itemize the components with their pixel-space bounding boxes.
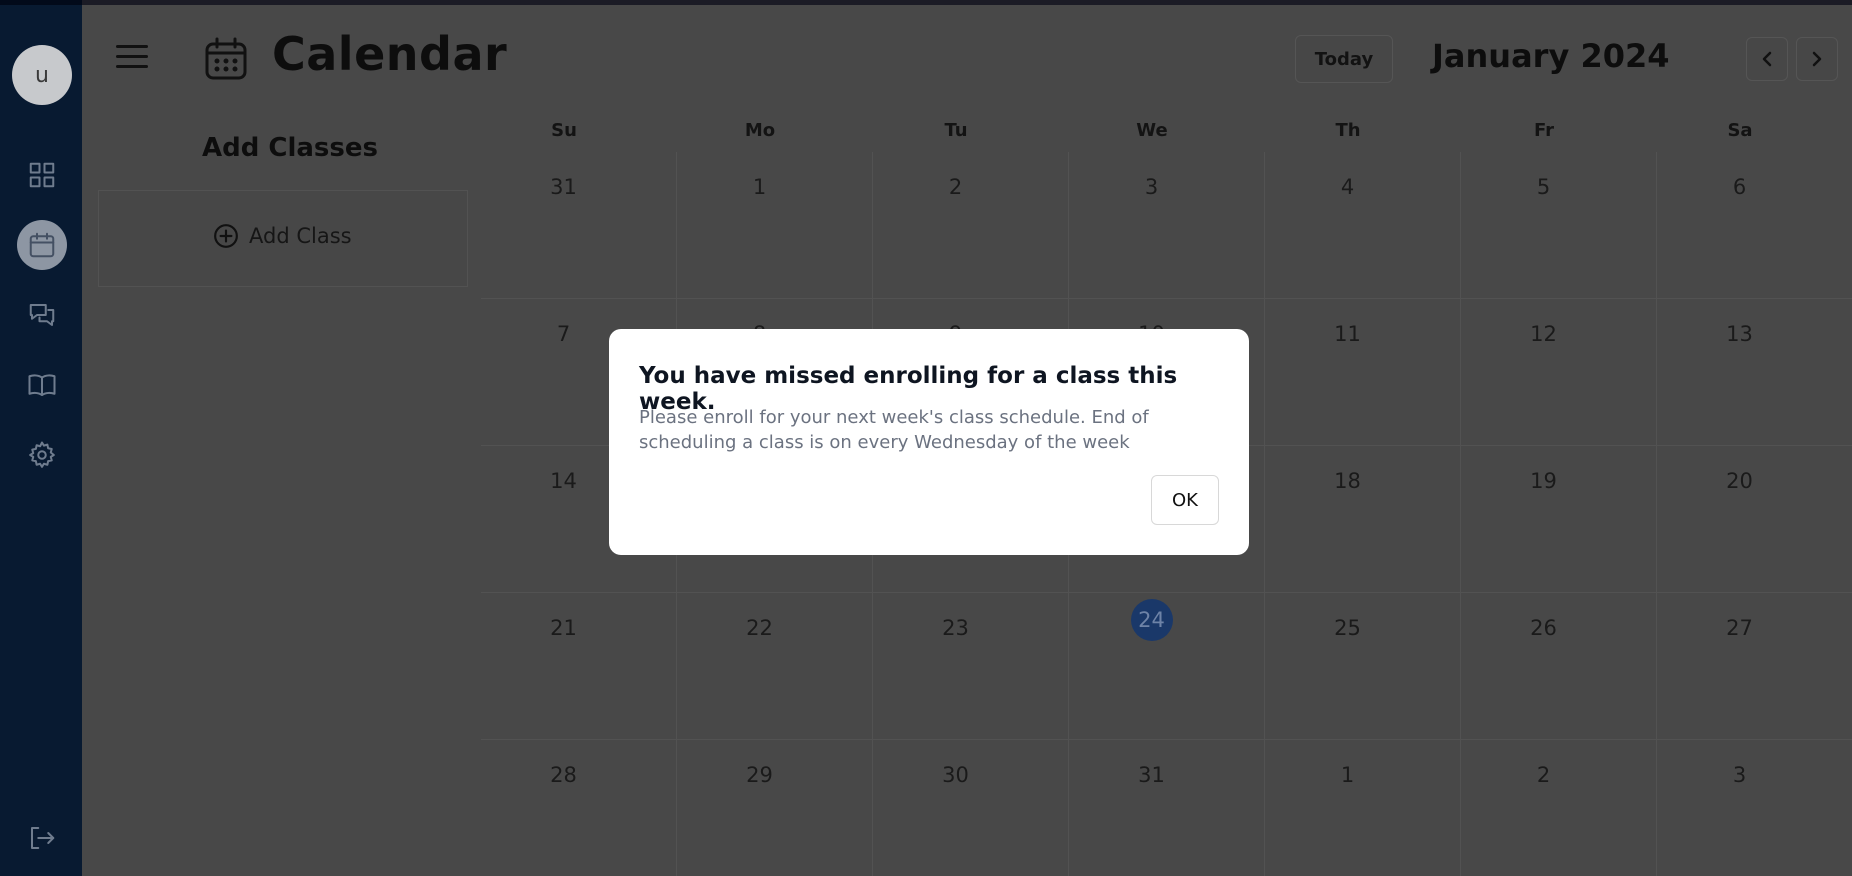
logout-icon	[31, 827, 55, 849]
calendar-day-cell[interactable]: 19	[1461, 446, 1657, 593]
date-number: 3	[1144, 175, 1159, 199]
calendar-day-cell[interactable]: 21	[481, 593, 677, 740]
calendar-day-cell[interactable]: 22	[677, 593, 873, 740]
date-number: 27	[1726, 616, 1753, 640]
date-number: 1	[1340, 763, 1355, 787]
add-classes-heading: Add Classes	[202, 133, 378, 163]
dashboard-grid-icon	[29, 162, 55, 188]
weekday-header: We	[1136, 120, 1168, 141]
date-number: 2	[948, 175, 963, 199]
calendar-icon	[29, 232, 55, 258]
date-number: 31	[550, 175, 577, 199]
weekday-header: Th	[1335, 120, 1361, 141]
calendar-day-cell[interactable]: 3	[1657, 740, 1852, 876]
calendar-day-cell[interactable]: 29	[677, 740, 873, 876]
date-number: 12	[1530, 322, 1557, 346]
date-number: 19	[1530, 469, 1557, 493]
ok-button[interactable]: OK	[1151, 475, 1219, 525]
date-number: 22	[746, 616, 773, 640]
sidebar-item-calendar[interactable]	[17, 220, 67, 270]
chevron-left-icon	[1762, 51, 1772, 67]
date-number: 28	[550, 763, 577, 787]
date-number: 23	[942, 616, 969, 640]
weekday-header: Mo	[744, 120, 776, 141]
calendar-day-cell[interactable]: 12	[1461, 299, 1657, 446]
calendar-day-cell[interactable]: 11	[1265, 299, 1461, 446]
calendar-day-cell[interactable]: 4	[1265, 152, 1461, 299]
calendar-day-cell[interactable]: 23	[873, 593, 1069, 740]
sidebar-item-dashboard[interactable]	[17, 150, 67, 200]
calendar-day-cell[interactable]: 2	[873, 152, 1069, 299]
sidebar-item-settings[interactable]	[17, 430, 67, 480]
add-class-label: Add Class	[249, 224, 352, 248]
sidebar: u	[0, 0, 82, 876]
date-number: 1	[752, 175, 767, 199]
weekday-header: Sa	[1727, 120, 1753, 141]
calendar-day-cell[interactable]: 5	[1461, 152, 1657, 299]
sidebar-item-logout[interactable]	[17, 813, 67, 863]
chat-icon	[29, 304, 55, 326]
date-number: 3	[1732, 763, 1747, 787]
date-number: 11	[1334, 322, 1361, 346]
book-icon	[28, 374, 56, 396]
calendar-day-cell[interactable]: 31	[1069, 740, 1265, 876]
sidebar-item-messages[interactable]	[17, 290, 67, 340]
weekday-header: Tu	[944, 120, 968, 141]
calendar-day-cell[interactable]: 25	[1265, 593, 1461, 740]
prev-month-button[interactable]	[1746, 37, 1788, 81]
weekday-header: Fr	[1533, 120, 1555, 141]
calendar-title-icon	[202, 35, 250, 83]
sidebar-item-library[interactable]	[17, 360, 67, 410]
calendar-day-cell[interactable]: 18	[1265, 446, 1461, 593]
plus-circle-icon	[214, 224, 238, 248]
date-number: 4	[1340, 175, 1355, 199]
date-number: 30	[942, 763, 969, 787]
date-number: 13	[1726, 322, 1753, 346]
date-number: 21	[550, 616, 577, 640]
gear-icon	[29, 441, 55, 468]
add-class-button[interactable]: Add Class	[213, 223, 352, 249]
today-date-number: 24	[1130, 599, 1173, 641]
avatar[interactable]: u	[12, 45, 72, 105]
next-month-button[interactable]	[1796, 37, 1838, 81]
calendar-day-cell[interactable]: 26	[1461, 593, 1657, 740]
date-number: 6	[1732, 175, 1747, 199]
calendar-day-cell[interactable]: 3	[1069, 152, 1265, 299]
month-label: January 2024	[1432, 37, 1670, 75]
menu-icon[interactable]	[116, 43, 148, 71]
date-number: 31	[1138, 763, 1165, 787]
date-number: 5	[1536, 175, 1551, 199]
chevron-right-icon	[1812, 51, 1822, 67]
date-number: 25	[1334, 616, 1361, 640]
today-button[interactable]: Today	[1295, 35, 1393, 83]
calendar-day-cell[interactable]: 1	[677, 152, 873, 299]
calendar-day-cell[interactable]: 13	[1657, 299, 1852, 446]
page-title: Calendar	[272, 27, 508, 81]
calendar-day-cell[interactable]: 6	[1657, 152, 1852, 299]
calendar-day-cell[interactable]: 2	[1461, 740, 1657, 876]
calendar-day-cell[interactable]: 30	[873, 740, 1069, 876]
calendar-day-cell[interactable]: 27	[1657, 593, 1852, 740]
calendar-day-cell[interactable]: 31	[481, 152, 677, 299]
weekday-header: Su	[551, 120, 577, 141]
date-number: 18	[1334, 469, 1361, 493]
calendar-day-cell[interactable]: 1	[1265, 740, 1461, 876]
date-number: 14	[550, 469, 577, 493]
date-number: 26	[1530, 616, 1557, 640]
add-class-card: Add Class	[98, 190, 468, 287]
date-number: 2	[1536, 763, 1551, 787]
header: Calendar Today January 2024	[82, 5, 1852, 110]
missed-enrollment-dialog: You have missed enrolling for a class th…	[609, 329, 1249, 555]
date-number: 7	[556, 322, 571, 346]
date-number: 20	[1726, 469, 1753, 493]
calendar-day-cell[interactable]: 24	[1069, 593, 1265, 740]
dialog-message: Please enroll for your next week's class…	[639, 407, 1149, 453]
calendar-day-cell[interactable]: 28	[481, 740, 677, 876]
date-number: 29	[746, 763, 773, 787]
calendar-day-cell[interactable]: 20	[1657, 446, 1852, 593]
